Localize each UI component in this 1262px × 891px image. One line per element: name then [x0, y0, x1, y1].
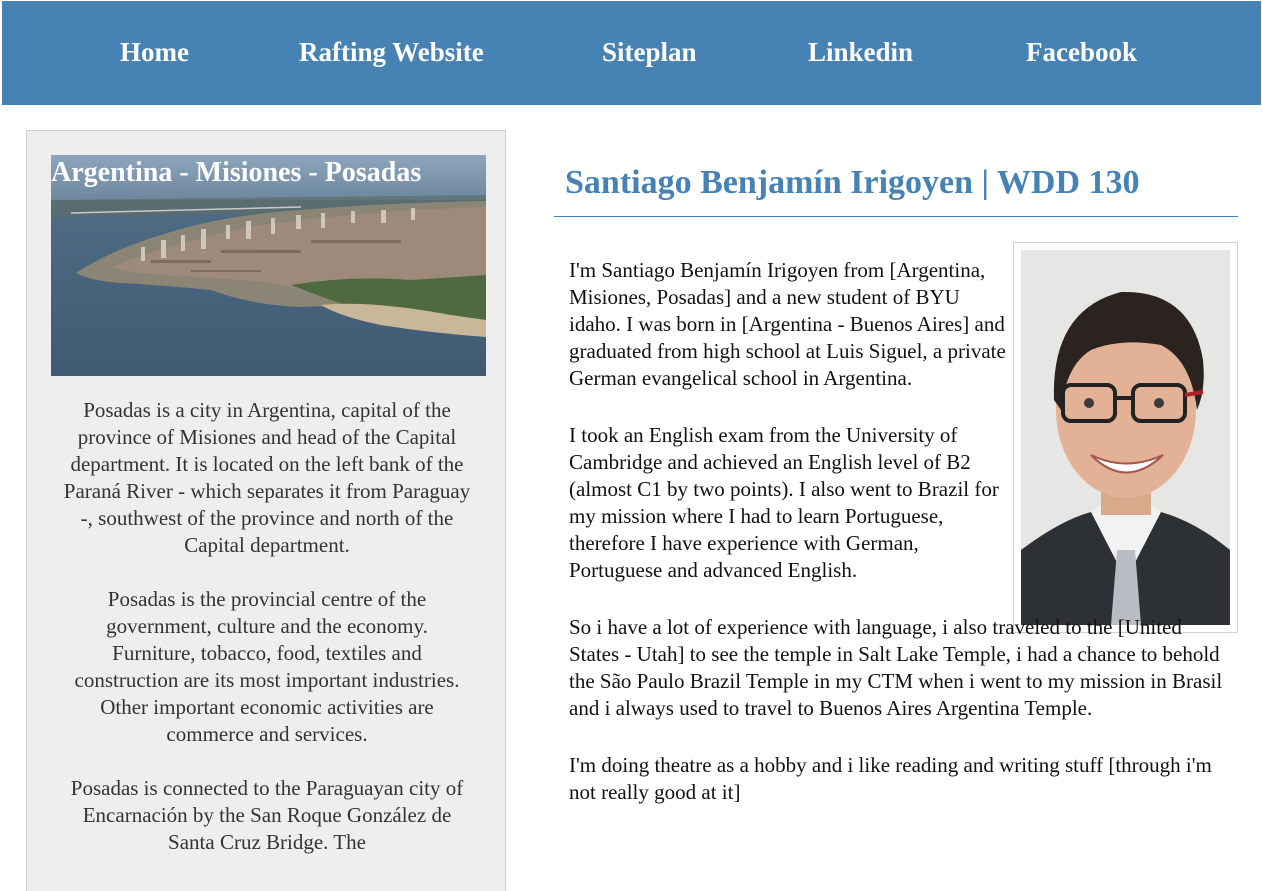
page-title: Santiago Benjamín Irigoyen | WDD 130: [565, 164, 1140, 201]
nav-link-home[interactable]: Home: [120, 37, 189, 68]
bio-paragraph: So i have a lot of experience with langu…: [569, 615, 1223, 720]
sidebar-text: Posadas is a city in Argentina, capital …: [63, 397, 471, 883]
title-divider: [554, 216, 1238, 217]
city-photo: Argentina - Misiones - Posadas: [51, 155, 486, 376]
top-navbar: Home Rafting Website Siteplan Linkedin F…: [2, 1, 1261, 105]
sidebar: Argentina - Misiones - Posadas Posadas i…: [26, 130, 506, 891]
bio-paragraph: I took an English exam from the Universi…: [569, 423, 999, 582]
nav-link-linkedin[interactable]: Linkedin: [808, 37, 913, 68]
sidebar-paragraph: Posadas is connected to the Paraguayan c…: [70, 776, 464, 854]
bio-text: I'm Santiago Benjamín Irigoyen from [Arg…: [569, 257, 1237, 836]
nav-link-siteplan[interactable]: Siteplan: [602, 37, 697, 68]
nav-link-facebook[interactable]: Facebook: [1026, 37, 1137, 68]
sidebar-paragraph: Posadas is the provincial centre of the …: [74, 587, 460, 746]
bio-paragraph: I'm doing theatre as a hobby and i like …: [569, 753, 1212, 804]
sidebar-paragraph: Posadas is a city in Argentina, capital …: [63, 398, 471, 557]
bio-paragraph: I'm Santiago Benjamín Irigoyen from [Arg…: [569, 258, 1006, 390]
nav-link-rafting-website[interactable]: Rafting Website: [299, 37, 484, 68]
city-photo-caption: Argentina - Misiones - Posadas: [51, 157, 422, 188]
